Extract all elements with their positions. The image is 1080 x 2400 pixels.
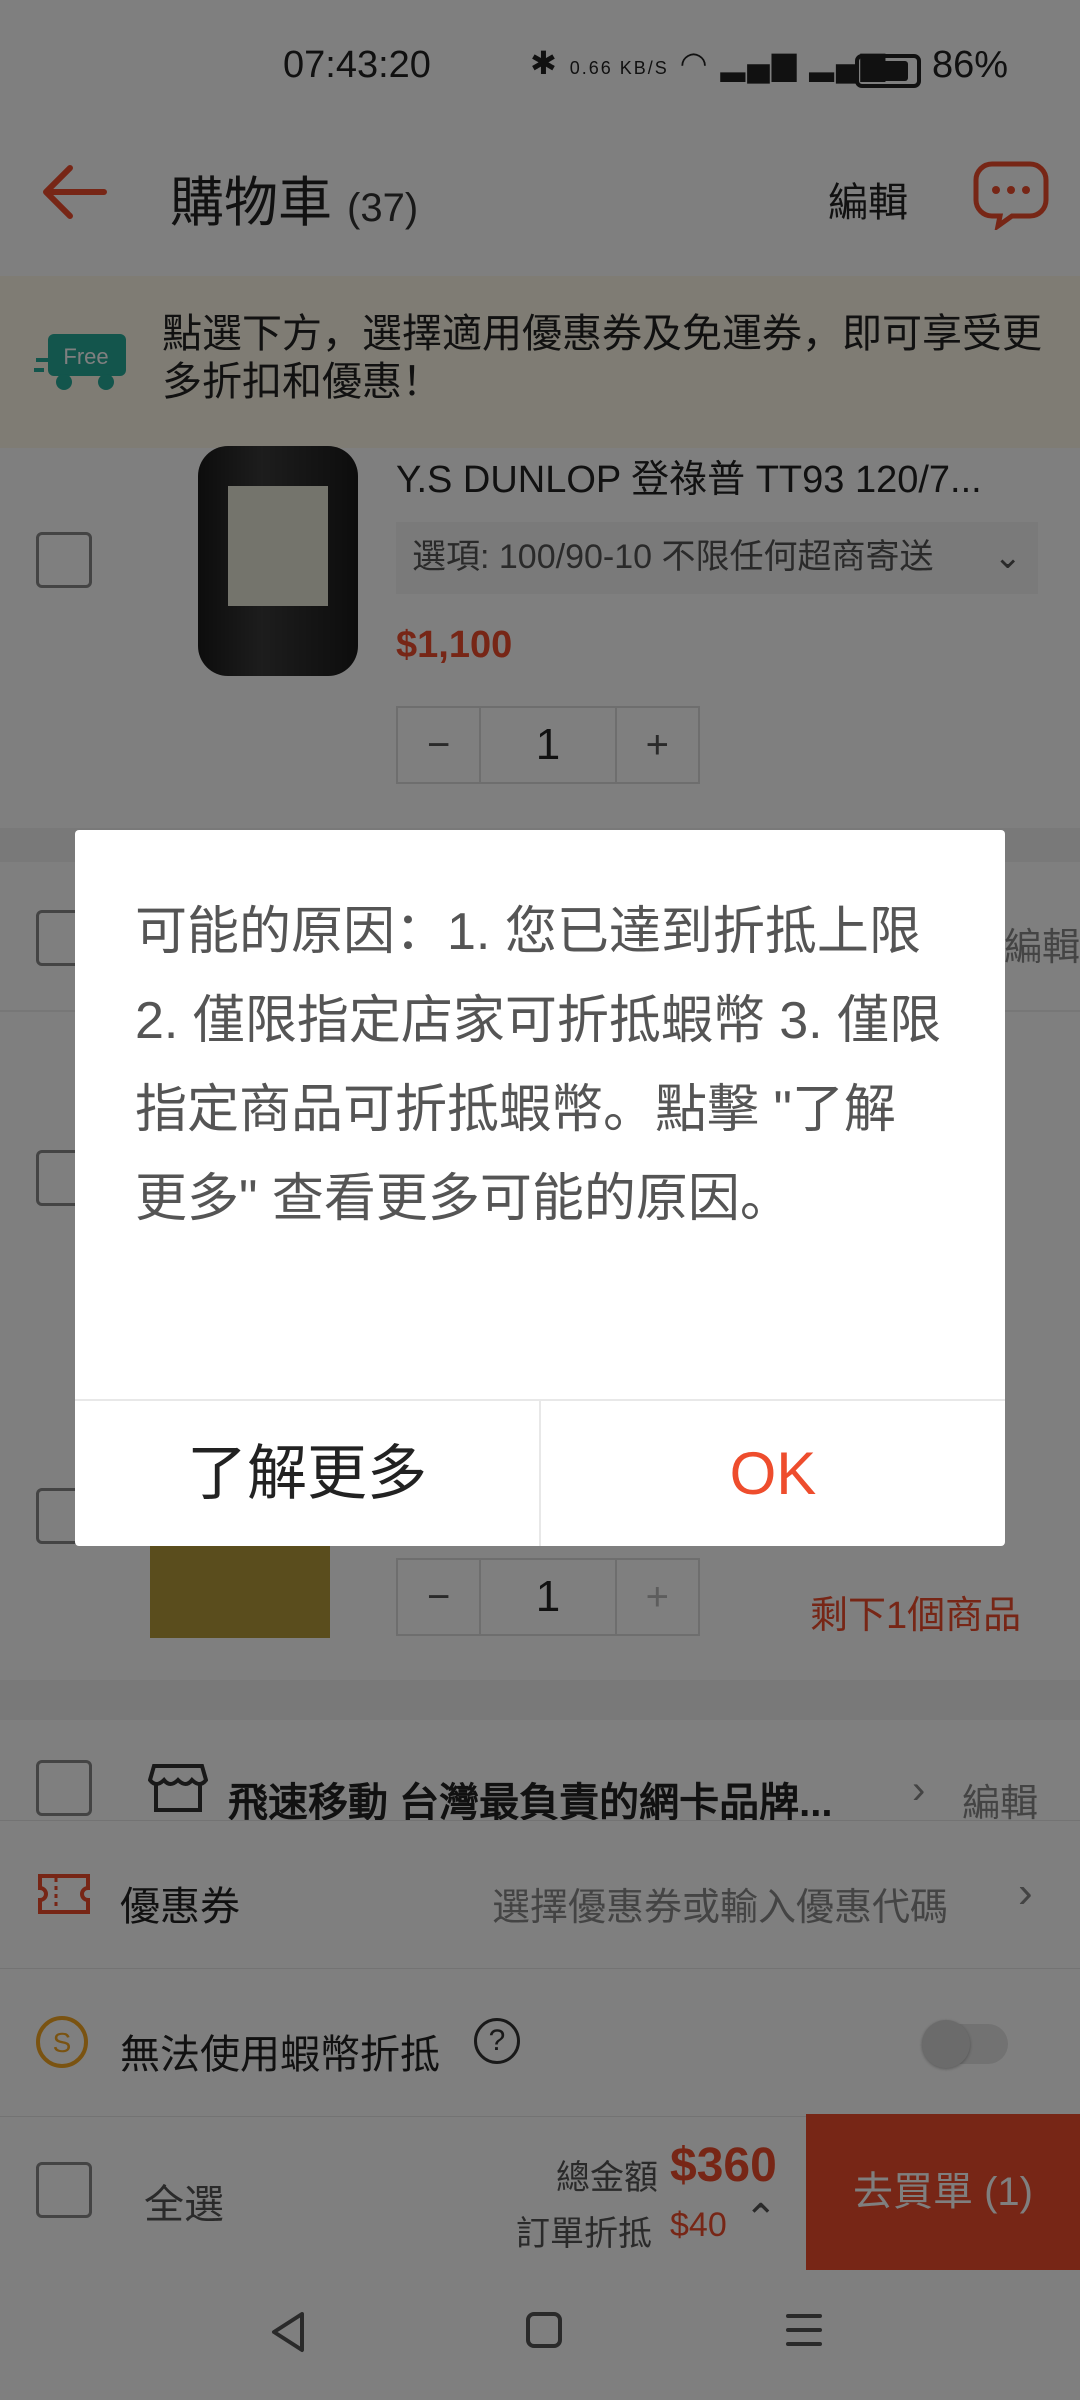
dialog-message: 可能的原因：1. 您已達到折抵上限 2. 僅限指定店家可折抵蝦幣 3. 僅限指定… (135, 903, 942, 1228)
ok-button[interactable]: OK (541, 1401, 1005, 1546)
learn-more-button[interactable]: 了解更多 (75, 1401, 539, 1546)
info-dialog: 可能的原因：1. 您已達到折抵上限 2. 僅限指定店家可折抵蝦幣 3. 僅限指定… (75, 830, 1005, 1546)
